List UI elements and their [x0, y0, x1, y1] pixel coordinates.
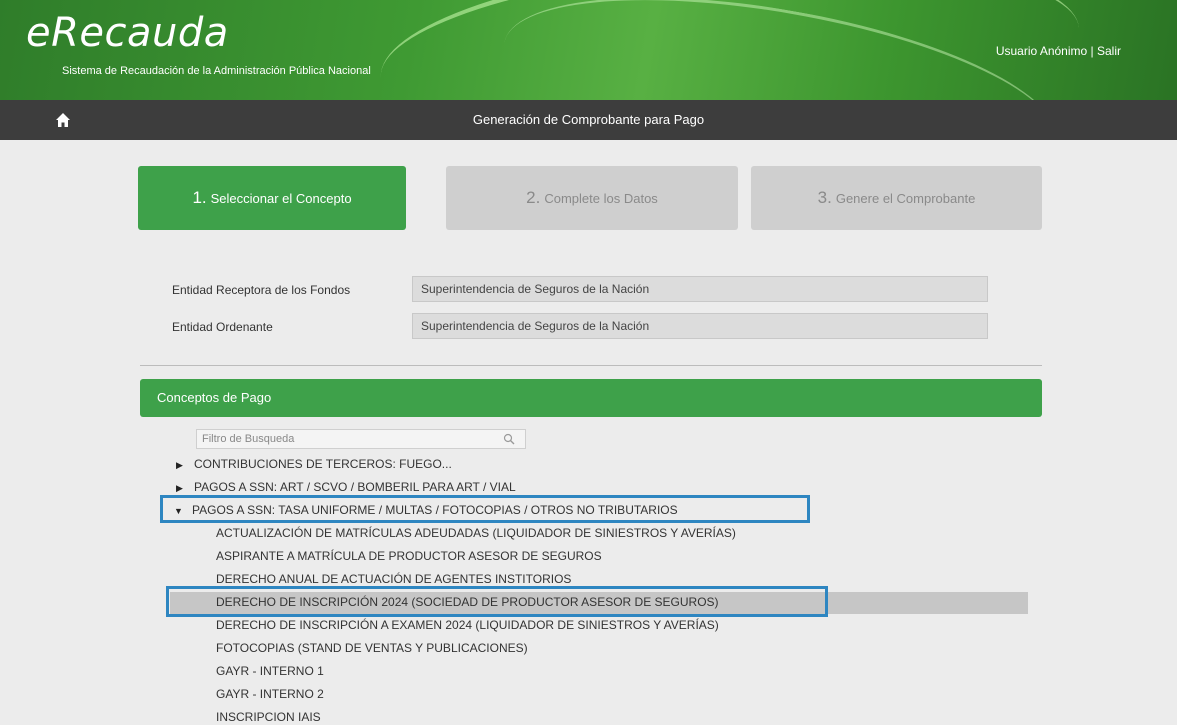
receptora-label: Entidad Receptora de los Fondos	[172, 283, 351, 297]
app-subtitle: Sistema de Recaudación de la Administrac…	[62, 65, 371, 77]
tree-node-label: CONTRIBUCIONES DE TERCEROS: FUEGO...	[194, 457, 452, 471]
annotation-highlight-box	[166, 586, 828, 617]
list-item[interactable]: INSCRIPCION IAIS	[216, 710, 321, 724]
search-input[interactable]: Filtro de Busqueda	[196, 429, 526, 449]
list-item[interactable]: GAYR - INTERNO 1	[216, 664, 324, 678]
navbar: Generación de Comprobante para Pago	[0, 100, 1177, 140]
step-select-concept[interactable]: 1. Seleccionar el Concepto	[138, 166, 406, 230]
step-number: 2.	[526, 188, 541, 207]
tree-node-contribuciones[interactable]: ▶ CONTRIBUCIONES DE TERCEROS: FUEGO...	[176, 457, 452, 471]
step-label: Genere el Comprobante	[835, 190, 976, 206]
list-item[interactable]: GAYR - INTERNO 2	[216, 687, 324, 701]
step-label: Complete los Datos	[544, 190, 658, 206]
app-logo[interactable]: eRecauda	[26, 10, 229, 56]
search-placeholder: Filtro de Busqueda	[202, 433, 295, 445]
ordenante-label: Entidad Ordenante	[172, 320, 273, 334]
conceptos-header: Conceptos de Pago	[140, 379, 1042, 417]
ordenante-field[interactable]: Superintendencia de Seguros de la Nación	[412, 313, 988, 339]
list-item[interactable]: DERECHO DE INSCRIPCIÓN A EXAMEN 2024 (LI…	[216, 618, 719, 632]
app-header: eRecauda Sistema de Recaudación de la Ad…	[0, 0, 1177, 100]
annotation-highlight-box	[160, 495, 810, 523]
tree-node-label: PAGOS A SSN: ART / SCVO / BOMBERIL PARA …	[194, 480, 516, 494]
step-generate-receipt[interactable]: 3. Genere el Comprobante	[751, 166, 1042, 230]
tree-node-pagos-art[interactable]: ▶ PAGOS A SSN: ART / SCVO / BOMBERIL PARA…	[176, 480, 516, 494]
list-item[interactable]: FOTOCOPIAS (STAND DE VENTAS Y PUBLICACIO…	[216, 641, 528, 655]
step-number: 3.	[817, 188, 832, 207]
expand-arrow-icon[interactable]: ▶	[176, 460, 194, 471]
step-number: 1.	[192, 188, 207, 207]
list-item[interactable]: ASPIRANTE A MATRÍCULA DE PRODUCTOR ASESO…	[216, 549, 602, 563]
search-icon[interactable]	[503, 433, 515, 445]
page-title: Generación de Comprobante para Pago	[472, 112, 705, 127]
step-complete-data[interactable]: 2. Complete los Datos	[446, 166, 738, 230]
section-divider	[140, 365, 1042, 366]
user-logout-link[interactable]: Usuario Anónimo | Salir	[996, 44, 1121, 58]
receptora-field[interactable]: Superintendencia de Seguros de la Nación	[412, 276, 988, 302]
list-item[interactable]: DERECHO ANUAL DE ACTUACIÓN DE AGENTES IN…	[216, 572, 571, 586]
expand-arrow-icon[interactable]: ▶	[176, 483, 194, 494]
list-item[interactable]: ACTUALIZACIÓN DE MATRÍCULAS ADEUDADAS (L…	[216, 526, 736, 540]
step-label: Seleccionar el Concepto	[210, 190, 352, 206]
